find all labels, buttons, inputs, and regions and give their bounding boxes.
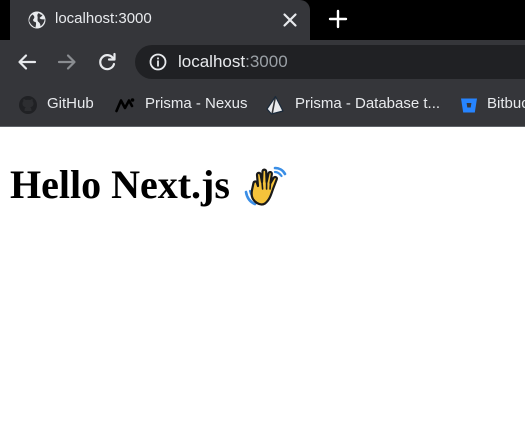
tab-title: localhost:3000: [55, 10, 152, 27]
bookmark-bitbucket[interactable]: Bitbuc: [459, 84, 525, 126]
globe-icon: [28, 11, 46, 29]
back-arrow-icon[interactable]: [15, 50, 39, 74]
bookmark-label: Bitbuc: [487, 95, 525, 112]
bookmark-prisma-database[interactable]: Prisma - Database t...: [265, 84, 445, 126]
nexus-icon: [115, 98, 135, 113]
bookmarks-bar: GitHub Prisma - Nexus Prisma - Database …: [0, 84, 525, 127]
url-port: :3000: [245, 52, 288, 71]
waving-hand-icon: [244, 166, 287, 206]
bookmark-label: Prisma - Nexus: [145, 95, 248, 112]
close-icon[interactable]: [281, 11, 299, 29]
bookmark-label: GitHub: [47, 95, 94, 112]
page-content: Hello Next.js: [0, 127, 525, 436]
toolbar: localhost:3000: [0, 40, 525, 84]
info-icon[interactable]: [148, 52, 168, 72]
bookmark-label: Prisma - Database t...: [295, 95, 441, 112]
forward-arrow-icon[interactable]: [55, 50, 79, 74]
tab-localhost[interactable]: localhost:3000: [10, 0, 310, 40]
bookmark-prisma-nexus[interactable]: Prisma - Nexus: [115, 84, 250, 126]
browser-window: localhost:3000 localhost:3000 GitHub Pri…: [0, 0, 525, 436]
bitbucket-icon: [461, 98, 477, 113]
address-bar[interactable]: localhost:3000: [135, 45, 525, 79]
tab-strip: localhost:3000: [0, 0, 525, 40]
github-icon: [19, 96, 37, 114]
bookmark-github[interactable]: GitHub: [18, 84, 98, 126]
prisma-icon: [266, 95, 284, 115]
url-text[interactable]: localhost:3000: [178, 52, 288, 72]
page-heading: Hello Next.js: [10, 162, 230, 207]
reload-icon[interactable]: [95, 50, 119, 74]
url-host: localhost: [178, 52, 246, 71]
plus-icon[interactable]: [326, 7, 350, 31]
